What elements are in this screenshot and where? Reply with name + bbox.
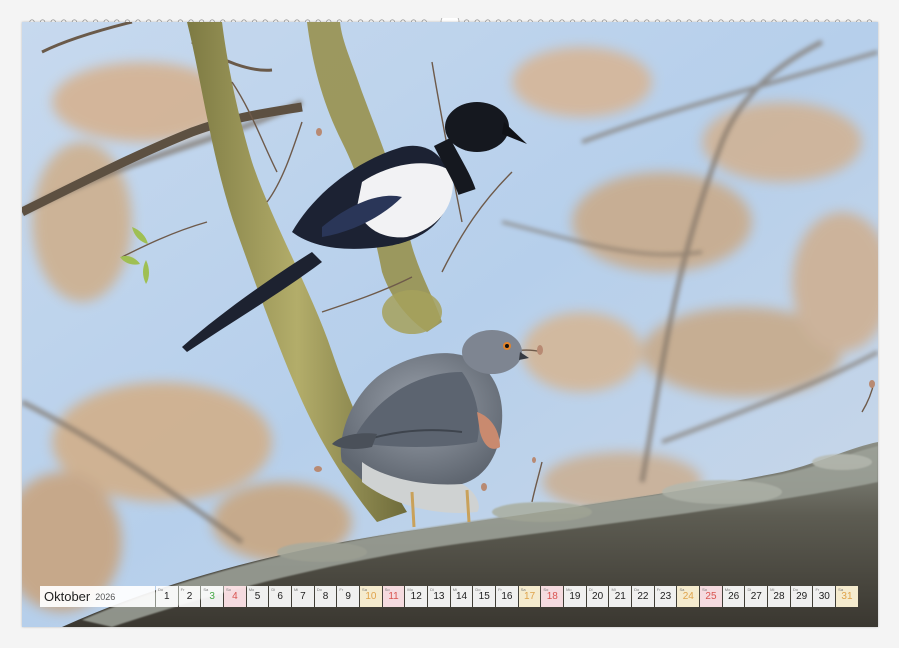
day-cell: Mi 14 [450,586,473,607]
day-abbr: Sa [362,587,367,592]
day-cell: So 18 [541,586,564,607]
day-cell: Sa 10 [360,586,382,607]
day-abbr: So [543,587,549,592]
day-cell: Di 20 [586,586,609,607]
month-name: Oktober [44,589,91,604]
day-abbr: Mi [452,587,457,592]
day-abbr: Do [634,587,640,592]
day-abbr: Fr [339,587,344,592]
day-cell: Fr 9 [337,586,360,607]
day-abbr: Do [316,587,322,592]
day-cell: So 11 [382,586,405,607]
day-abbr: Fr [180,587,185,592]
day-cell: So 25 [700,586,722,607]
day-abbr: So [384,587,390,592]
day-cell: Mo 12 [405,586,428,607]
day-abbr: Di [588,587,593,592]
photo-birds-on-branch [22,22,878,627]
day-cell: Di 6 [269,586,292,607]
day-cell: Fr 23 [654,586,677,607]
day-abbr: Sa [520,587,526,592]
day-cell: Di 27 [745,586,768,607]
day-cell: Mo 26 [722,586,745,607]
month-label: Oktober 2026 [40,586,155,607]
day-abbr: Mo [248,587,255,592]
day-cell: Di 13 [428,586,450,607]
day-abbr: Mi [611,587,616,592]
day-cell: Do 8 [314,586,337,607]
day-abbr: So [702,587,708,592]
day-abbr: Do [792,587,798,592]
day-cell: Sa 17 [518,586,541,607]
day-cell: Do 15 [473,586,496,607]
day-cell: Mi 28 [768,586,790,607]
day-cell: Sa 3 [201,586,224,607]
day-cell: Fr 30 [813,586,836,607]
day-abbr: Fr [656,587,661,592]
day-abbr: Mo [566,587,572,592]
calendar-page: Oktober 2026 Do 1 Fr 2 Sa 3 So 4 Mo 5 Di 6 Mi 7 Do 8 Fr 9… [22,22,878,627]
day-cell: Sa 24 [677,586,700,607]
day-abbr: So [226,587,231,592]
day-abbr: Di [430,587,434,592]
month-year: 2026 [95,591,116,602]
day-abbr: Mo [407,587,413,592]
day-cell: Mi 7 [292,586,314,607]
day-abbr: Di [271,587,276,592]
day-cell: So 4 [224,586,246,607]
day-abbr: Sa [203,587,209,592]
day-abbr: Fr [815,587,820,592]
day-abbr: Fr [498,587,502,592]
day-abbr: Di [747,587,752,592]
day-abbr: Do [475,587,481,592]
day-cell: Fr 16 [496,586,518,607]
day-cell: Mo 5 [246,586,269,607]
day-cell: Do 29 [790,586,813,607]
day-abbr: Sa [838,587,844,592]
day-abbr: Mo [724,587,731,592]
day-cell: Fr 2 [178,586,201,607]
day-cell: Do 1 [156,586,178,607]
day-abbr: Do [158,587,164,592]
day-cell: Do 22 [632,586,654,607]
day-cell: Sa 31 [836,586,858,607]
calendar-strip: Oktober 2026 Do 1 Fr 2 Sa 3 So 4 Mo 5 Di 6 Mi 7 Do 8 Fr 9… [40,586,858,607]
day-cell: Mi 21 [609,586,632,607]
day-abbr: Sa [679,587,685,592]
day-abbr: Mi [770,587,775,592]
day-cell: Mo 19 [564,586,586,607]
day-abbr: Mi [294,587,299,592]
